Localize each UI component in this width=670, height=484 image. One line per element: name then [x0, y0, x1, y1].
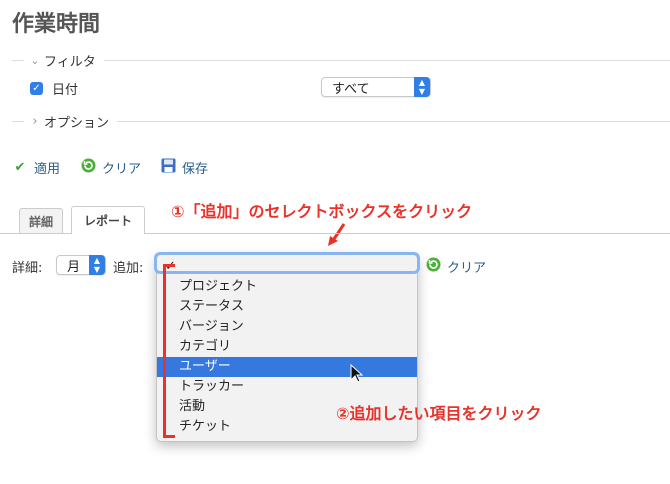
annotation-step-2: ②追加したい項目をクリック [336, 404, 542, 423]
chevron-down-icon: ⌄ [30, 53, 40, 67]
divider [103, 59, 670, 61]
dropdown-item-project[interactable]: プロジェクト [157, 277, 417, 297]
chevron-right-icon: › [32, 113, 38, 129]
criteria-clear-button[interactable]: クリア [425, 257, 486, 276]
select-arrows-icon: ▲ ▼ [414, 77, 430, 97]
tab-report[interactable]: レポート [71, 206, 145, 234]
refresh-icon [80, 158, 96, 177]
dropdown-item-status[interactable]: ステータス [157, 297, 417, 317]
floppy-disk-icon [160, 158, 176, 177]
clear-button[interactable]: クリア [80, 158, 141, 177]
dropdown-item-category[interactable]: カテゴリ [157, 337, 417, 357]
select-arrows-icon: ▲ ▼ [89, 255, 105, 275]
detail-period-select[interactable]: 月 ▲ ▼ [56, 255, 106, 275]
filter-legend-label: フィルタ [44, 54, 96, 70]
date-filter-label: 日付 [52, 83, 79, 98]
clear-label: クリア [102, 162, 142, 177]
apply-label: 適用 [34, 162, 61, 177]
filter-legend[interactable]: ⌄ フィルタ [12, 50, 670, 70]
divider [117, 120, 670, 122]
date-operator-select[interactable]: すべて ▲ ▼ [321, 77, 431, 97]
annotation-step-1: ①「追加」のセレクトボックスをクリック [171, 202, 473, 221]
options-legend-label: オプション [44, 115, 110, 131]
annotation-bracket [163, 264, 175, 438]
annotation-arrow-icon [328, 223, 346, 246]
page-title: 作業時間 [12, 12, 101, 37]
options-legend[interactable]: › オプション [12, 111, 670, 131]
add-label: 追加: [113, 261, 144, 276]
apply-button[interactable]: ✔ 適用 [12, 158, 60, 177]
check-icon: ✔ [14, 160, 26, 175]
dropdown-item-tracker[interactable]: トラッカー [157, 377, 417, 397]
divider [12, 120, 24, 122]
detail-period-value: 月 [67, 259, 81, 275]
dropdown-item-user[interactable]: ユーザー [157, 357, 417, 377]
save-button[interactable]: 保存 [160, 158, 208, 177]
mouse-cursor-icon [350, 364, 364, 383]
dropdown-item-version[interactable]: バージョン [157, 317, 417, 337]
refresh-icon [425, 257, 441, 276]
date-filter-checkbox[interactable]: ✓ [30, 82, 43, 95]
tab-details[interactable]: 詳細 [19, 208, 63, 233]
add-criteria-select-focus[interactable] [154, 252, 420, 274]
save-label: 保存 [182, 162, 209, 177]
date-operator-value: すべて [332, 81, 370, 97]
divider [12, 59, 24, 61]
criteria-clear-label: クリア [447, 261, 487, 276]
detail-label: 詳細: [12, 261, 43, 276]
